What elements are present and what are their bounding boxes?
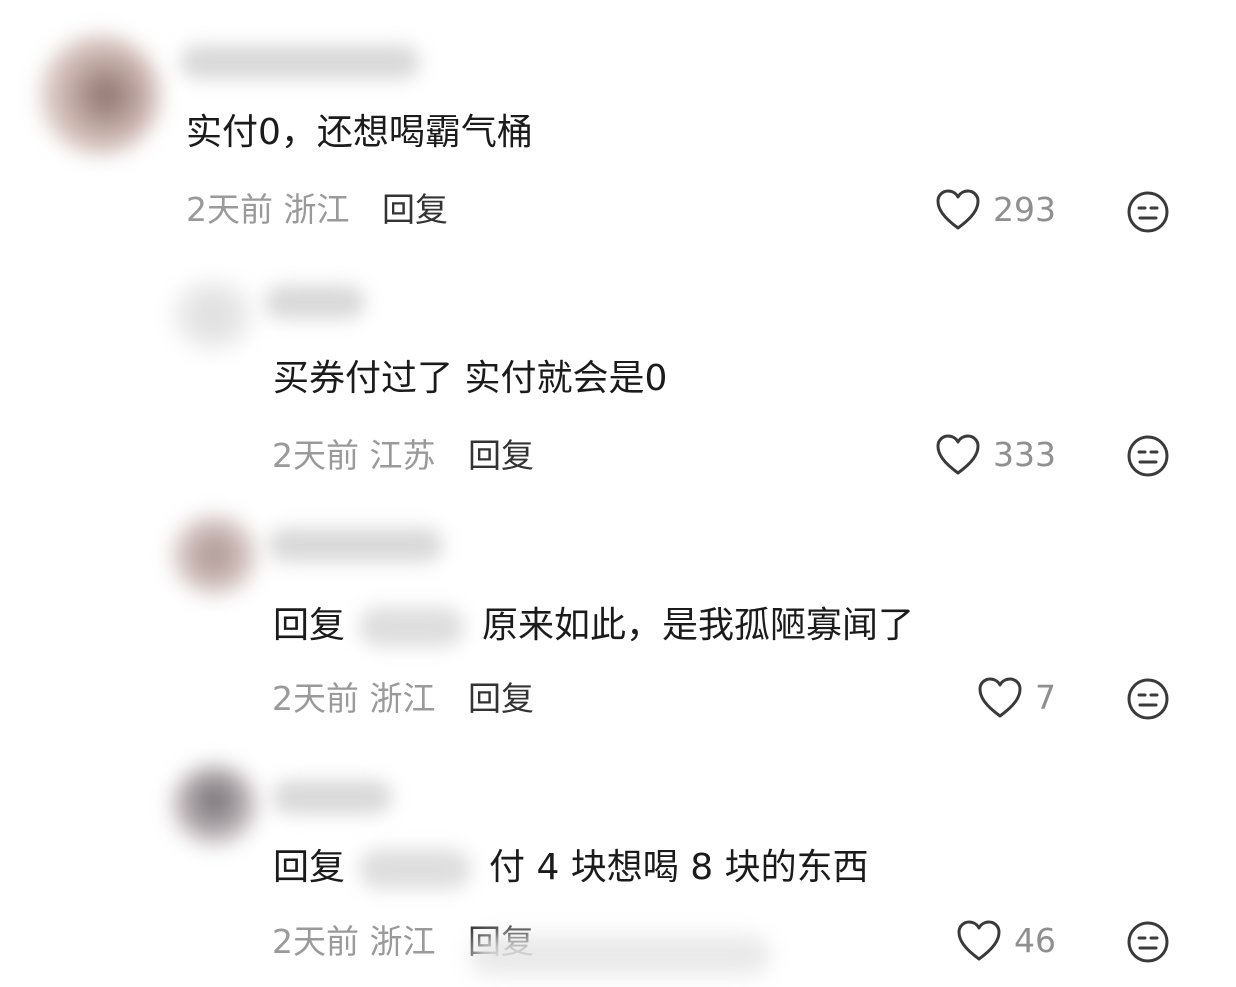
username-redacted[interactable] — [272, 780, 392, 814]
neutral-face-icon[interactable] — [1126, 677, 1170, 721]
reply-prefix: 回复 — [273, 847, 346, 888]
avatar[interactable] — [172, 515, 257, 595]
neutral-face-icon[interactable] — [1126, 920, 1170, 964]
heart-outline-icon — [978, 677, 1022, 718]
watermark-redacted — [470, 935, 770, 975]
reply-button[interactable]: 回复 — [468, 679, 534, 718]
heart-outline-icon — [936, 189, 980, 230]
username-redacted[interactable] — [265, 285, 365, 319]
comment-meta: 2天前 浙江 回复 — [272, 679, 534, 719]
like-button[interactable]: 293 — [935, 189, 1056, 231]
comment-meta: 2天前 江苏 回复 — [272, 436, 534, 476]
mention-redacted[interactable] — [359, 849, 472, 889]
reply-prefix: 回复 — [273, 605, 346, 646]
username-redacted[interactable] — [180, 45, 420, 79]
like-count: 333 — [993, 435, 1056, 474]
like-button[interactable]: 46 — [956, 920, 1056, 962]
timestamp: 2天前 — [272, 679, 359, 718]
avatar[interactable] — [172, 280, 254, 350]
comment-text: 回复 原来如此，是我孤陋寡闻了 — [273, 605, 915, 647]
reply-button[interactable]: 回复 — [382, 190, 448, 229]
timestamp: 2天前 — [272, 922, 359, 961]
like-count: 293 — [993, 190, 1056, 229]
heart-outline-icon — [957, 920, 1001, 961]
location: 江苏 — [369, 436, 436, 475]
mention-redacted[interactable] — [359, 607, 465, 647]
heart-outline-icon — [936, 434, 980, 475]
comment-meta: 2天前 浙江 回复 — [186, 190, 448, 230]
comment-text: 买券付过了 实付就会是0 — [273, 358, 668, 399]
username-redacted[interactable] — [268, 528, 443, 562]
neutral-face-icon[interactable] — [1126, 434, 1170, 478]
comment-text: 实付0，还想喝霸气桶 — [186, 112, 533, 153]
timestamp: 2天前 — [272, 436, 359, 475]
location: 浙江 — [283, 190, 350, 229]
comment-text: 回复付 4 块想喝 8 块的东西 — [273, 847, 869, 889]
location: 浙江 — [369, 922, 436, 961]
avatar[interactable] — [40, 35, 160, 155]
neutral-face-icon[interactable] — [1126, 190, 1170, 234]
location: 浙江 — [369, 679, 436, 718]
like-button[interactable]: 333 — [935, 434, 1056, 476]
like-button[interactable]: 7 — [977, 677, 1056, 719]
avatar[interactable] — [172, 765, 257, 845]
timestamp: 2天前 — [186, 190, 273, 229]
like-count: 46 — [1014, 921, 1056, 960]
reply-button[interactable]: 回复 — [468, 436, 534, 475]
like-count: 7 — [1035, 678, 1056, 717]
